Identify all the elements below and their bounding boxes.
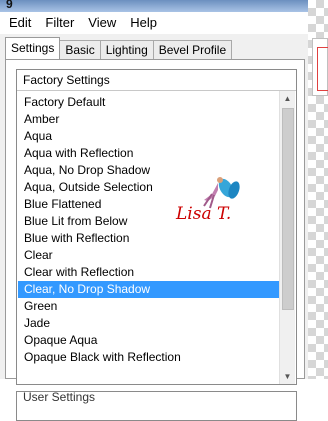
preset-item[interactable]: Opaque Black with Reflection <box>18 349 280 366</box>
preset-list: Factory Default Amber Aqua Aqua with Reflec… <box>18 94 280 384</box>
factory-settings-list: Factory Settings Factory Default Amber Aqu… <box>16 69 297 385</box>
preset-item[interactable]: Opaque Aqua <box>18 332 280 349</box>
preset-item[interactable]: Clear <box>18 247 280 264</box>
tab-lighting[interactable]: Lighting <box>99 40 154 59</box>
preset-item[interactable]: Clear, No Drop Shadow <box>18 281 280 298</box>
app-icon: 9 <box>6 0 13 11</box>
user-settings-list: User Settings <box>16 390 297 421</box>
preset-item[interactable]: Clear with Reflection <box>18 264 280 281</box>
user-settings-label: User Settings <box>23 390 96 404</box>
scroll-up-icon[interactable]: ▲ <box>280 91 295 106</box>
menu-edit[interactable]: Edit <box>3 12 37 34</box>
preset-item[interactable]: Aqua with Reflection <box>18 145 280 162</box>
dialog-body: Settings Basic Lighting Bevel Profile Fa… <box>0 34 308 421</box>
tab-bevel-profile[interactable]: Bevel Profile <box>152 40 233 59</box>
preview-thumbnail <box>312 38 328 96</box>
menu-filter[interactable]: Filter <box>39 12 80 34</box>
menu-view[interactable]: View <box>82 12 122 34</box>
tab-strip: Settings Basic Lighting Bevel Profile <box>5 37 233 59</box>
scroll-down-icon[interactable]: ▼ <box>280 369 295 384</box>
tab-settings[interactable]: Settings <box>5 37 61 59</box>
watermark-text: Lisa T. <box>175 204 231 224</box>
settings-panel: Factory Settings Factory Default Amber Aqu… <box>5 59 305 421</box>
preset-item[interactable]: Aqua <box>18 128 280 145</box>
preset-item[interactable]: Factory Default <box>18 94 280 111</box>
menu-help[interactable]: Help <box>124 12 163 34</box>
preset-item[interactable]: Jade <box>18 315 280 332</box>
preview-selection <box>317 47 328 91</box>
tab-basic[interactable]: Basic <box>59 40 101 59</box>
list-header: Factory Settings <box>17 70 296 91</box>
title-bar: 9 <box>0 0 328 12</box>
scroll-thumb[interactable] <box>282 108 294 310</box>
list-header-label: Factory Settings <box>23 73 110 87</box>
menu-bar: Edit Filter View Help <box>0 12 308 34</box>
preset-item[interactable]: Blue with Reflection <box>18 230 280 247</box>
preset-item[interactable]: Green <box>18 298 280 315</box>
watermark-logo: Lisa T. <box>175 177 240 224</box>
vertical-scrollbar[interactable]: ▲ ▼ <box>279 91 295 384</box>
preset-item[interactable]: Amber <box>18 111 280 128</box>
